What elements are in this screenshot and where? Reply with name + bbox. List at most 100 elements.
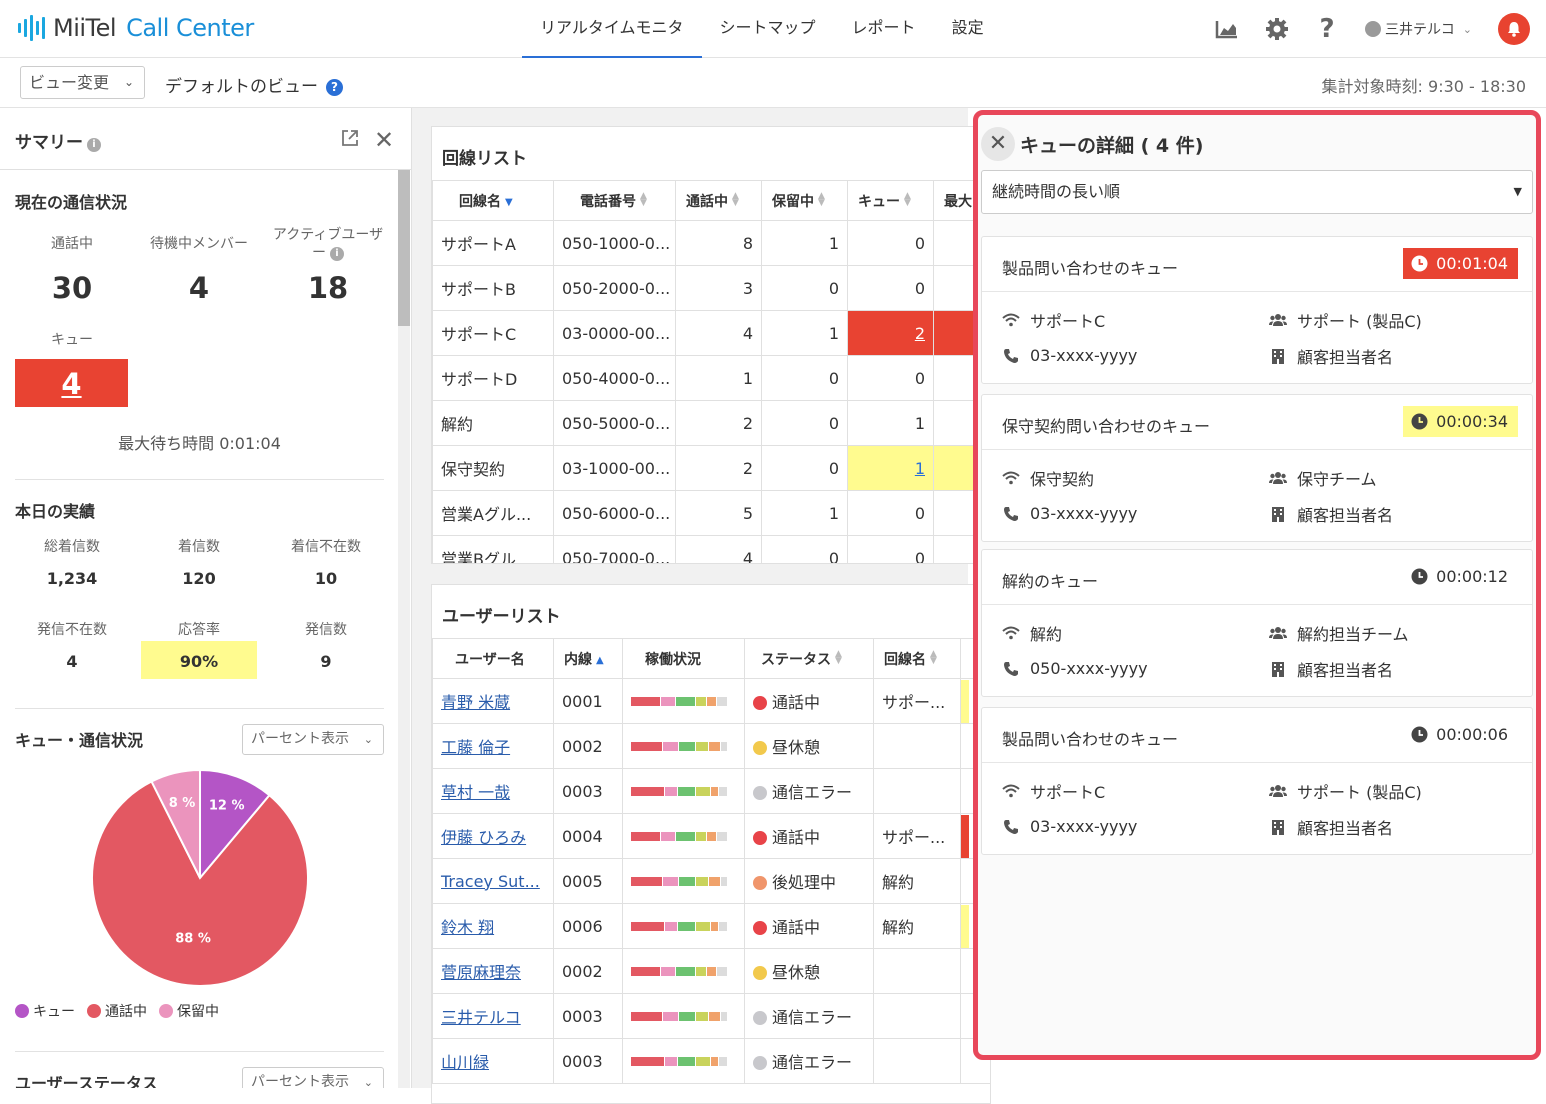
queue-owner-text: 顧客担当者名	[1297, 661, 1394, 680]
line-list-card: 回線リスト 回線名 ▼ 電話番号 ▲ ▼ 通話中 ▲ ▼ 保留中 ▲ ▼ キュー ▲ ▼ 最大 サ…	[431, 126, 991, 564]
close-icon[interactable]: ✕	[374, 126, 394, 154]
table-row[interactable]: 鈴木 翔 0006 通話中 解約	[432, 903, 990, 949]
activity-segment	[631, 1056, 664, 1066]
help-icon[interactable]: ?	[1315, 14, 1339, 44]
activity-segment	[708, 1011, 721, 1021]
table-row[interactable]: Tracey Sut... 0005 後処理中 解約	[432, 858, 990, 904]
table-row[interactable]: 工藤 倫子 0002 昼休憩	[432, 723, 990, 769]
wifi-icon	[1002, 782, 1020, 800]
app-logo[interactable]: MiiTel Call Center	[18, 12, 254, 44]
table-row[interactable]: サポートB 050-2000-0... 3 0 0	[432, 265, 990, 311]
queue-card[interactable]: 製品問い合わせのキュー 00:00:06 サポートC サポート (製品C) 03-xxx…	[981, 707, 1533, 855]
queue-wait-time: 00:01:04	[1403, 248, 1518, 279]
col-line-name[interactable]: 回線名 ▼	[432, 180, 554, 221]
queue-card[interactable]: 保守契約問い合わせのキュー 00:00:34 保守契約 保守チーム 03-xxxx-yy…	[981, 394, 1533, 542]
view-change-label: ビュー変更	[29, 73, 110, 92]
activity-segment	[631, 876, 662, 886]
queue-phone: 03-xxxx-yyyy	[1002, 817, 1137, 836]
hold-cell: 0	[761, 445, 848, 491]
queue-cell: 0	[847, 265, 934, 311]
queue-card[interactable]: 解約のキュー 00:00:12 解約 解約担当チーム 050-xxxx-yyyy 顧客担当…	[981, 549, 1533, 697]
queue-wait-time: 00:00:34	[1403, 406, 1518, 437]
percent-display-select[interactable]: パーセント表示 ⌄	[242, 724, 384, 755]
view-change-button[interactable]: ビュー変更 ⌄	[20, 66, 145, 99]
queue-team-text: サポート (製品C)	[1297, 783, 1422, 802]
close-icon[interactable]: ✕	[981, 127, 1015, 161]
col-hold[interactable]: 保留中 ▲ ▼	[761, 180, 848, 221]
queue-cell[interactable]: 1	[847, 445, 934, 491]
queue-card[interactable]: 製品問い合わせのキュー 00:01:04 サポートC サポート (製品C) 03-xxx…	[981, 236, 1533, 384]
column-label: 稼働状況	[645, 651, 701, 668]
line-list-table: 回線名 ▼ 電話番号 ▲ ▼ 通話中 ▲ ▼ 保留中 ▲ ▼ キュー ▲ ▼ 最大 サポートA 05…	[432, 180, 990, 563]
table-row[interactable]: 三井テルコ 0003 通信エラー	[432, 993, 990, 1039]
queue-owner: 顧客担当者名	[1269, 815, 1393, 839]
bell-icon[interactable]	[1498, 13, 1530, 45]
incoming-label: 着信数	[178, 539, 220, 555]
building-icon	[1269, 505, 1287, 523]
table-row[interactable]: 解約 050-5000-0... 2 0 1	[432, 400, 990, 446]
col-queue[interactable]: キュー ▲ ▼	[847, 180, 934, 221]
nav-tab-settings[interactable]: 設定	[934, 0, 1002, 58]
active-users-value: 18	[307, 271, 349, 305]
col-user-name[interactable]: ユーザー名	[432, 638, 554, 679]
nav-tab-realtime-monitor[interactable]: リアルタイムモニタ	[522, 0, 702, 58]
table-row[interactable]: 山川緑 0003 通信エラー	[432, 1038, 990, 1084]
chart-icon[interactable]	[1215, 17, 1239, 41]
status-dot-icon	[753, 786, 767, 800]
col-line[interactable]: 回線名 ▲ ▼	[873, 638, 961, 679]
table-row[interactable]: 営業Bグル... 050-7000-0... 4 0 0	[432, 535, 990, 563]
queue-cell[interactable]: 2	[847, 310, 934, 356]
calling-cell: 4	[675, 535, 762, 563]
queue-count-button[interactable]: 4	[15, 359, 128, 407]
table-row[interactable]: サポートD 050-4000-0... 1 0 0	[432, 355, 990, 401]
status-dot-icon	[753, 1056, 767, 1070]
status-cell: 通話中	[744, 678, 874, 724]
info-icon[interactable]: i	[330, 247, 344, 261]
col-extension[interactable]: 内線 ▲	[553, 638, 623, 679]
external-link-icon[interactable]	[340, 128, 360, 148]
user-name-link[interactable]: 工藤 倫子	[441, 738, 510, 757]
user-name-link[interactable]: 青野 米蔵	[441, 693, 510, 712]
divider	[15, 1051, 384, 1052]
table-row[interactable]: 保守契約 03-1000-00... 2 0 1	[432, 445, 990, 491]
status-cell: 通話中	[744, 903, 874, 949]
help-icon[interactable]: ?	[326, 79, 343, 96]
user-name-link[interactable]: 草村 一哉	[441, 783, 510, 802]
extension-cell: 0002	[553, 723, 623, 769]
table-row[interactable]: 青野 米蔵 0001 通話中 サポー...	[432, 678, 990, 724]
summary-scrollbar[interactable]	[398, 170, 410, 1088]
queue-owner-text: 顧客担当者名	[1297, 506, 1394, 525]
col-phone[interactable]: 電話番号 ▲ ▼	[553, 180, 676, 221]
col-calling[interactable]: 通話中 ▲ ▼	[675, 180, 762, 221]
scroll-thumb[interactable]	[398, 170, 410, 326]
user-name-link[interactable]: 鈴木 翔	[441, 918, 494, 937]
user-name-link[interactable]: Tracey Sut...	[441, 872, 540, 891]
sort-select[interactable]: 継続時間の長い順 ▼	[981, 170, 1533, 214]
col-status[interactable]: ステータス ▲ ▼	[744, 638, 874, 679]
sort-icon: ▲ ▼	[930, 648, 937, 666]
user-name-link[interactable]: 三井テルコ	[441, 1008, 521, 1027]
col-activity[interactable]: 稼働状況	[622, 638, 745, 679]
table-row[interactable]: サポートA 050-1000-0... 8 1 0	[432, 220, 990, 266]
table-row[interactable]: 伊藤 ひろみ 0004 通話中 サポー...	[432, 813, 990, 859]
user-name-link[interactable]: 山川緑	[441, 1053, 489, 1072]
nav-tab-report[interactable]: レポート	[834, 0, 934, 58]
info-icon[interactable]: i	[87, 138, 101, 152]
table-row[interactable]: サポートC 03-0000-00... 4 1 2	[432, 310, 990, 356]
phone-cell: 03-1000-00...	[553, 445, 676, 491]
status-text: 通信エラー	[772, 1053, 853, 1072]
activity-segment	[677, 1056, 695, 1066]
nav-tab-seat-map[interactable]: シートマップ	[702, 0, 834, 58]
clock-icon	[1411, 413, 1428, 430]
activity-segment	[631, 831, 661, 841]
user-menu[interactable]: 三井テルコ ⌄	[1365, 19, 1472, 39]
gear-icon[interactable]	[1265, 17, 1289, 41]
table-row[interactable]: 菅原麻理奈 0002 昼休憩	[432, 948, 990, 994]
queue-detail-panel: ✕ キューの詳細 ( 4 件) 継続時間の長い順 ▼ 製品問い合わせのキュー 00:…	[973, 110, 1541, 1060]
user-name-link[interactable]: 伊藤 ひろみ	[441, 828, 526, 847]
percent-display-select-2[interactable]: パーセント表示 ⌄	[242, 1067, 384, 1088]
table-row[interactable]: 営業Aグル... 050-6000-0... 5 1 0	[432, 490, 990, 536]
user-name-link[interactable]: 菅原麻理奈	[441, 963, 521, 982]
activity-cell	[622, 903, 745, 949]
table-row[interactable]: 草村 一哉 0003 通信エラー	[432, 768, 990, 814]
